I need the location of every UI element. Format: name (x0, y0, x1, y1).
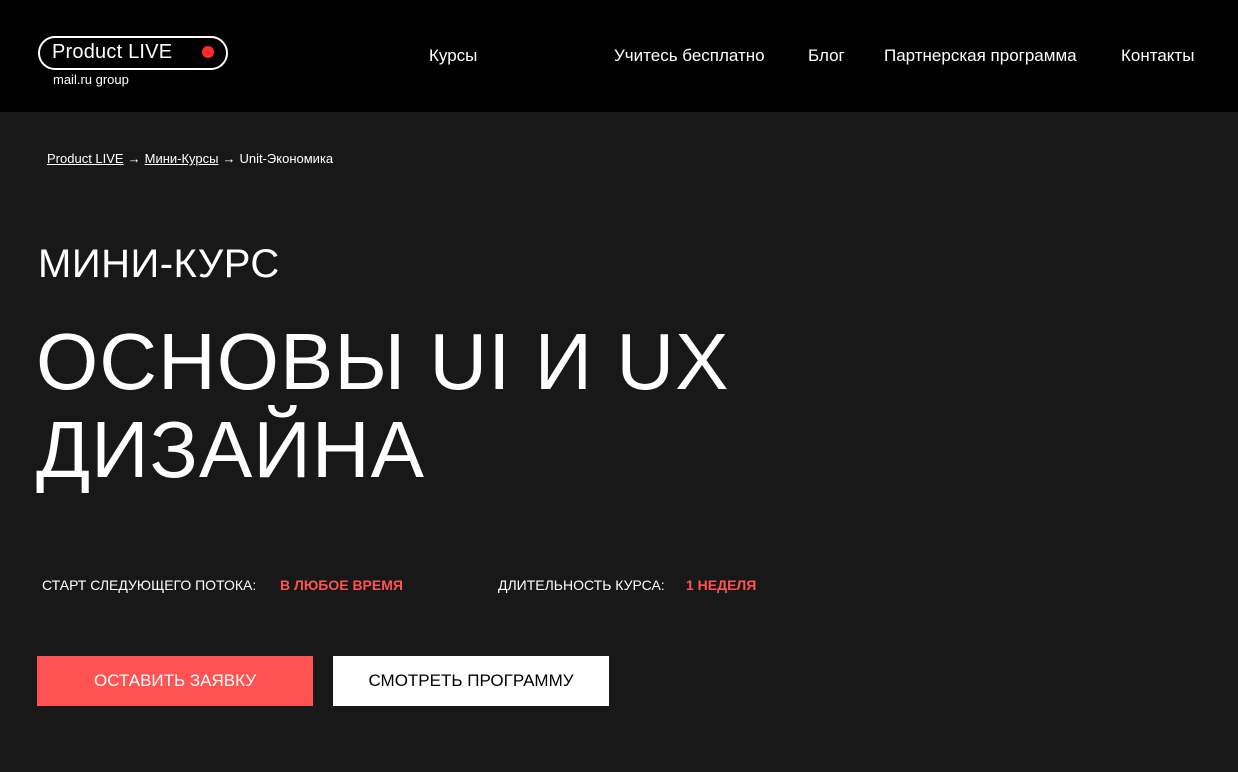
start-date-label: СТАРТ СЛЕДУЮЩЕГО ПОТОКА: (42, 577, 257, 593)
nav-link-learn-free[interactable]: Учитесь бесплатно (614, 46, 765, 66)
logo-record-dot-icon (202, 46, 214, 58)
breadcrumb-link-home[interactable]: Product LIVE (47, 151, 124, 166)
breadcrumb-link-mini-courses[interactable]: Мини-Курсы (145, 151, 219, 166)
breadcrumb-separator: → (127, 151, 141, 166)
course-title: ОСНОВЫ UI И UX ДИЗАЙНА (36, 317, 730, 494)
nav-link-partner-program[interactable]: Партнерская программа (884, 46, 1077, 66)
start-date-value: В ЛЮБОЕ ВРЕМЯ (280, 577, 403, 593)
view-program-button[interactable]: СМОТРЕТЬ ПРОГРАММУ (333, 656, 609, 706)
apply-button[interactable]: ОСТАВИТЬ ЗАЯВКУ (37, 656, 313, 706)
breadcrumb-current: Unit-Экономика (239, 151, 334, 166)
nav-link-contacts[interactable]: Контакты (1121, 46, 1194, 66)
duration-value: 1 НЕДЕЛЯ (686, 577, 757, 593)
breadcrumb: Product LIVE → Мини-Курсы → Unit-Экономика (47, 151, 333, 167)
duration-label: ДЛИТЕЛЬНОСТЬ КУРСА: (498, 577, 665, 593)
logo-text: Product LIVE (52, 41, 173, 63)
nav-link-courses[interactable]: Курсы (429, 46, 477, 66)
product-live-logo[interactable]: Product LIVE mail.ru group (38, 36, 228, 90)
site-header: Product LIVE mail.ru group Курсы Учитесь… (0, 0, 1238, 112)
breadcrumb-separator: → (222, 151, 236, 166)
course-type-label: МИНИ-КУРС (38, 242, 280, 286)
nav-link-blog[interactable]: Блог (808, 46, 845, 66)
logo-subtitle: mail.ru group (53, 72, 129, 87)
